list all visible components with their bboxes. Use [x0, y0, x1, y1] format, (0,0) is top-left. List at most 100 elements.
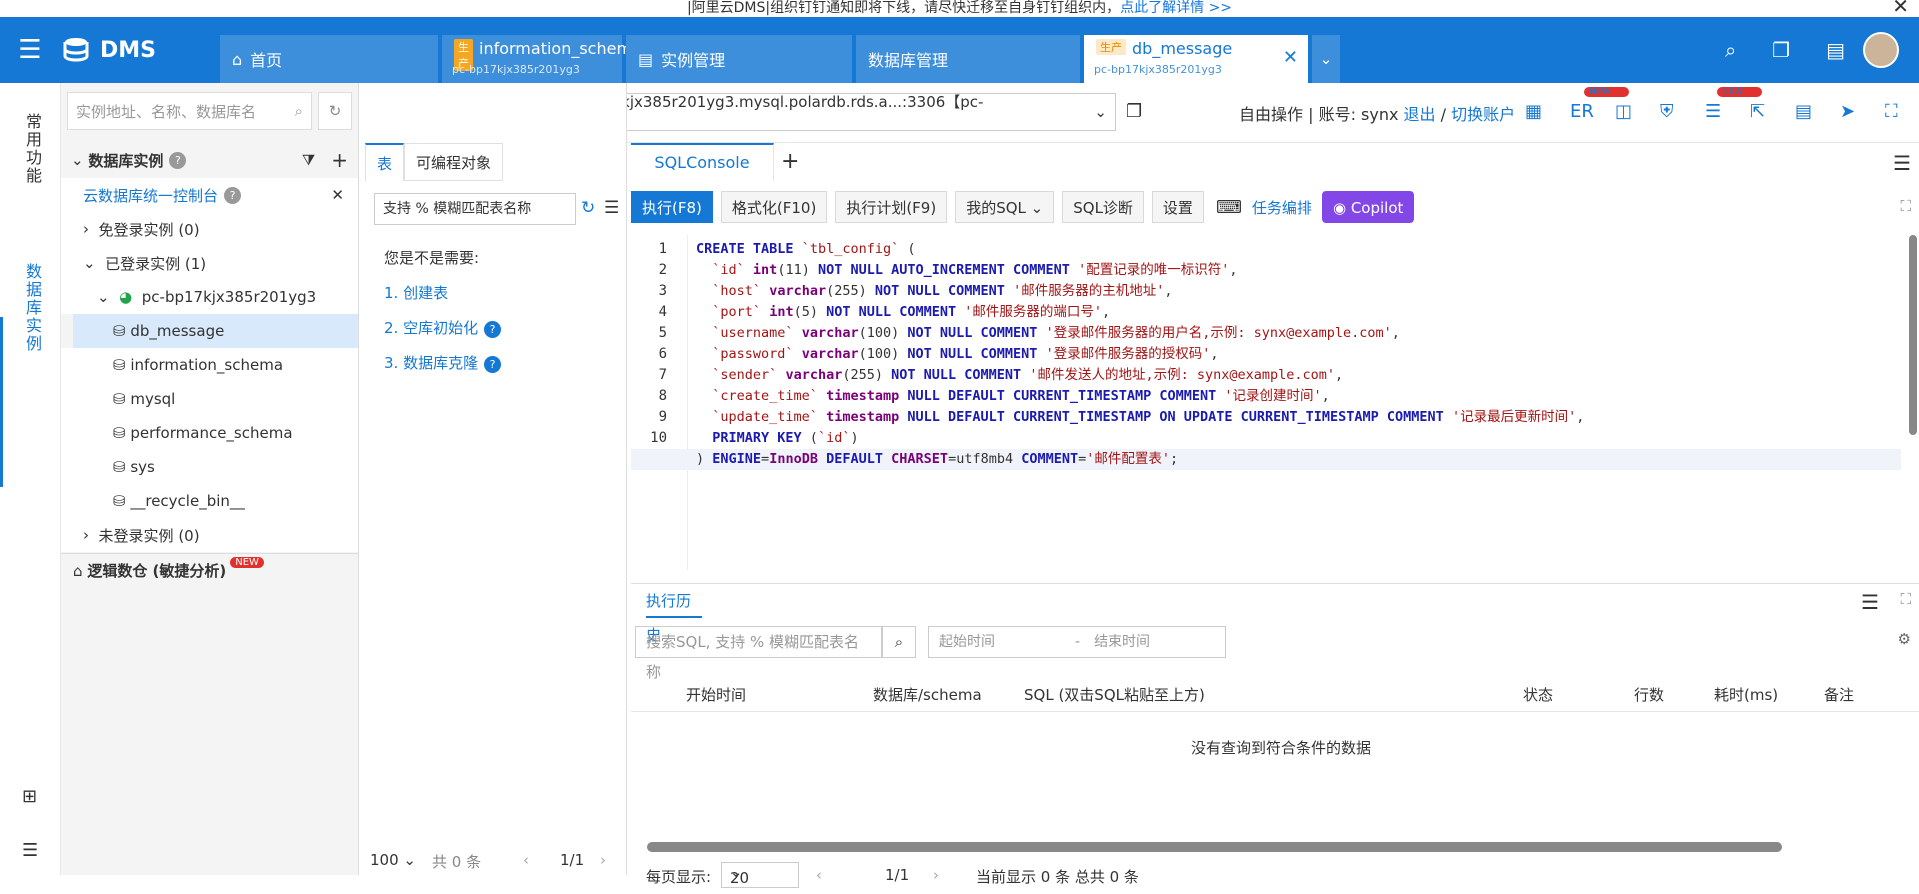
tab-db-manage[interactable]: 数据库管理	[856, 35, 1080, 83]
history-search-input[interactable]: 搜索SQL, 支持 % 模糊匹配表名称	[635, 626, 882, 681]
db-row[interactable]: ⛁ mysql	[61, 382, 358, 416]
fullscreen-icon[interactable]: ⛶	[1885, 101, 1919, 122]
help-icon[interactable]: ?	[169, 151, 187, 169]
execute-button[interactable]: 执行(F8)	[631, 191, 713, 223]
menu-icon[interactable]: ☰	[0, 35, 60, 65]
instance-row[interactable]: ⌄ ◕ pc-bp17kjx385r201yg3	[61, 280, 358, 314]
horizontal-scrollbar[interactable]	[647, 842, 1782, 852]
not-logged-row[interactable]: › 未登录实例 (0)	[61, 518, 358, 552]
db-row[interactable]: ⛁ information_schema	[61, 348, 358, 382]
tab-tables[interactable]: 表	[365, 143, 405, 181]
warehouse-row[interactable]: ⌂ 逻辑数仓 (敏捷分析) NEW	[61, 553, 358, 587]
chevron-right-icon: ›	[83, 526, 89, 544]
free-login-row[interactable]: › 免登录实例 (0)	[61, 212, 358, 246]
chart-icon[interactable]: ◫	[1615, 101, 1660, 122]
db-row[interactable]: ⛁ sys	[61, 450, 358, 484]
next-page-button[interactable]: ›	[600, 851, 606, 869]
section-header[interactable]: ⌄ 数据库实例? ⧩ +	[61, 143, 358, 177]
document-icon[interactable]: ▤	[1795, 101, 1840, 122]
gear-icon[interactable]: ⚙	[1898, 630, 1911, 648]
shield-icon[interactable]: ⛨	[1660, 101, 1705, 122]
search-icon[interactable]: ⌕	[1725, 38, 1736, 62]
per-page-select[interactable]: 20 ⌄	[721, 862, 799, 888]
explain-button[interactable]: 执行计划(F9)	[835, 191, 948, 223]
editor-area: SQLConsole + ☰ 执行(F8) 格式化(F10) 执行计划(F9) …	[631, 143, 1919, 888]
format-button[interactable]: 格式化(F10)	[720, 191, 828, 223]
app-logo[interactable]: DMS	[60, 36, 220, 64]
add-tab-icon[interactable]: +	[781, 149, 799, 174]
list-icon[interactable]: ☰ NEW	[1705, 87, 1762, 122]
table-search-input[interactable]: 支持 % 模糊匹配表名称	[374, 193, 576, 225]
copy-icon[interactable]: ❐	[1126, 101, 1142, 122]
help-icon[interactable]: ?	[224, 186, 242, 204]
filter-icon[interactable]: ⧩	[302, 151, 315, 169]
console-link-row[interactable]: 云数据库统一控制台? ✕	[61, 178, 358, 212]
collapse-icon[interactable]: ☰	[22, 840, 38, 861]
chevron-down-icon: ⌄	[83, 254, 96, 272]
db-row[interactable]: ⛁ performance_schema	[61, 416, 358, 450]
sql-editor[interactable]: 12345678910 ▷ CREATE TABLE `tbl_config` …	[631, 235, 1919, 570]
tab-db-message[interactable]: 生产 db_message pc-bp17kjx385r201yg3 ✕	[1084, 35, 1308, 83]
tab-sqlconsole[interactable]: SQLConsole	[631, 143, 774, 181]
workorder-icon[interactable]: ▤	[1826, 38, 1845, 62]
task-orchestration-link[interactable]: 任务编排	[1252, 197, 1312, 218]
send-icon[interactable]: ➤	[1840, 101, 1885, 122]
db-row[interactable]: ⛁ db_message	[73, 314, 358, 348]
export-icon[interactable]: ⇱	[1750, 101, 1795, 122]
search-icon[interactable]: ⌕	[882, 626, 916, 658]
logged-in-row[interactable]: ⌄ 已登录实例 (1)	[61, 246, 358, 280]
clone-db-link[interactable]: 3. 数据库克隆?	[384, 352, 502, 373]
tab-history[interactable]: 执行历史	[646, 584, 702, 644]
editor-scrollbar[interactable]	[1909, 235, 1917, 435]
database-icon: ⛁	[113, 390, 126, 408]
instance-icon: ▤	[638, 49, 654, 69]
close-icon[interactable]: ✕	[331, 186, 344, 204]
database-icon: ⛁	[113, 458, 126, 476]
table-icon[interactable]: ▦	[1525, 101, 1570, 122]
switch-account-link[interactable]: 切换账户	[1451, 105, 1515, 124]
help-icon[interactable]: ?	[484, 356, 502, 373]
tab-instance-manage[interactable]: ▤ 实例管理	[626, 35, 852, 83]
grid-icon[interactable]: ⊞	[22, 786, 37, 807]
tab-information-schema[interactable]: 生产 information_schema pc-bp17kjx385r201yg3	[442, 35, 642, 83]
copilot-button[interactable]: ◉ Copilot	[1321, 191, 1415, 223]
prev-page-button[interactable]: ‹	[523, 851, 529, 869]
console-link[interactable]: 云数据库统一控制台	[83, 185, 218, 206]
copy-icon[interactable]: ❐	[1772, 38, 1790, 62]
add-icon[interactable]: +	[331, 148, 348, 172]
close-tab-icon[interactable]: ✕	[1283, 47, 1298, 68]
prev-page-button[interactable]: ‹	[816, 866, 822, 884]
keyboard-icon[interactable]: ⌨	[1216, 197, 1242, 218]
logout-link[interactable]: 退出	[1404, 105, 1436, 124]
date-range-picker[interactable]: 起始时间 - 结束时间	[928, 626, 1226, 658]
help-icon[interactable]: ?	[484, 321, 502, 338]
er-icon[interactable]: ER NEW	[1570, 87, 1629, 122]
my-sql-dropdown[interactable]: 我的SQL ⌄	[955, 191, 1055, 223]
init-db-link[interactable]: 2. 空库初始化?	[384, 317, 502, 338]
sql-toolbar: 执行(F8) 格式化(F10) 执行计划(F9) 我的SQL ⌄ SQL诊断 设…	[631, 191, 1422, 223]
tab-home[interactable]: ⌂ 首页	[220, 35, 438, 83]
refresh-icon[interactable]: ↻	[581, 198, 595, 218]
next-page-button[interactable]: ›	[933, 866, 939, 884]
chevron-down-icon[interactable]: ⌄	[1312, 35, 1340, 83]
expand-icon[interactable]: ⛶	[1900, 590, 1911, 608]
avatar[interactable]	[1863, 32, 1899, 68]
sql-diagnose-button[interactable]: SQL诊断	[1062, 191, 1144, 223]
tab-programmable[interactable]: 可编程对象	[404, 143, 504, 181]
rail-db-instance[interactable]: 数据库实例	[20, 263, 44, 353]
menu-icon[interactable]: ☰	[1893, 151, 1911, 175]
rail-common[interactable]: 常用功能	[20, 113, 44, 185]
expand-icon[interactable]: ⛶	[1900, 197, 1911, 215]
settings-button[interactable]: 设置	[1151, 191, 1204, 223]
menu-icon[interactable]: ☰	[1861, 590, 1879, 614]
database-icon: ⛁	[113, 492, 126, 510]
create-table-link[interactable]: 1. 创建表	[384, 282, 448, 303]
notice-link[interactable]: 点此了解详情 >>	[1120, 0, 1232, 16]
line-gutter: 12345678910 ▷	[631, 235, 688, 570]
refresh-icon[interactable]: ↻	[318, 92, 352, 130]
instance-search-input[interactable]: 实例地址、名称、数据库名 ⌕	[67, 92, 312, 130]
list-filter-icon[interactable]: ☰	[604, 198, 619, 218]
db-row[interactable]: ⛁ __recycle_bin__	[61, 484, 358, 518]
page-size-select[interactable]: 100 ⌄	[370, 851, 416, 869]
close-icon[interactable]: ✕	[1892, 0, 1909, 16]
